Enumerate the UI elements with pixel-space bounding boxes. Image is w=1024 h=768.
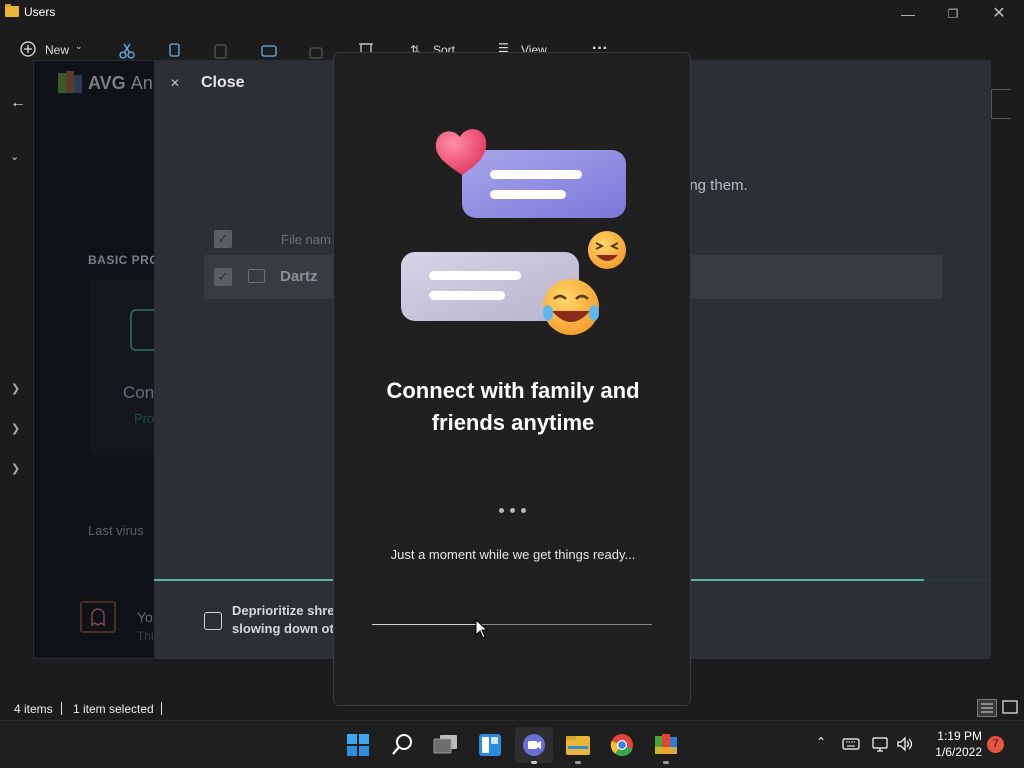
last-virus-scan-text: Last virus: [88, 523, 144, 538]
details-view-icon[interactable]: [977, 699, 997, 717]
start-button[interactable]: [339, 727, 377, 763]
cut-icon[interactable]: [118, 42, 136, 60]
minimize-button[interactable]: —: [885, 2, 931, 26]
loading-dots-icon: [497, 508, 529, 514]
folder-icon: [248, 269, 265, 283]
avg-brand-name: AVG An: [88, 73, 153, 93]
close-button[interactable]: Close: [201, 74, 245, 92]
chrome-button[interactable]: [603, 727, 641, 763]
dialog-title: Connect with family and friends anytime: [386, 378, 640, 435]
item-count: 4 items: [14, 702, 53, 716]
avg-logo-icon: [58, 71, 82, 93]
new-dropdown-chevron-icon: ⌄: [75, 41, 83, 51]
loading-progress-fill: [372, 624, 476, 625]
explorer-title: Users: [24, 5, 56, 19]
chevron-right-icon[interactable]: ❯: [11, 422, 20, 435]
chat-button[interactable]: [515, 727, 553, 764]
search-button[interactable]: [383, 727, 421, 763]
loading-message: Just a moment while we get things ready.…: [390, 547, 636, 562]
file-name-cell: Dartz: [280, 268, 318, 285]
avg-taskbar-button[interactable]: [647, 727, 685, 764]
new-icon: [20, 41, 36, 57]
back-arrow-icon[interactable]: ←: [10, 94, 26, 112]
rename-icon[interactable]: [260, 42, 278, 60]
chat-illustration: [401, 129, 626, 335]
file-explorer-icon: [566, 736, 590, 755]
chrome-icon: [610, 734, 633, 757]
loading-progress-bar: [372, 624, 652, 625]
copy-icon[interactable]: [165, 42, 183, 60]
mouse-cursor-icon: [475, 619, 489, 639]
file-name-column-header[interactable]: File nam: [281, 232, 331, 247]
chevron-right-icon[interactable]: ❯: [11, 462, 20, 475]
avg-icon: [655, 734, 677, 754]
footer-heading: Yo: [137, 609, 153, 625]
deprioritize-label-line1: Deprioritize shre: [232, 603, 335, 618]
basic-protection-heading: BASIC PRO: [88, 253, 160, 267]
windows-logo-icon: [347, 734, 369, 756]
selection-count: 1 item selected: [73, 702, 154, 716]
widgets-icon: [479, 734, 501, 756]
show-hidden-icons-chevron-icon[interactable]: ⌃: [816, 735, 826, 749]
keyboard-icon[interactable]: [842, 735, 860, 753]
explorer-title-bar: Users — ❐ ✕: [0, 0, 1024, 28]
file-explorer-button[interactable]: [559, 727, 597, 764]
clock-time[interactable]: 1:19 PM: [934, 729, 982, 743]
protection-card-status: Pro: [134, 411, 155, 426]
search-box-edge[interactable]: [991, 89, 1011, 119]
select-all-checkbox[interactable]: ✓: [214, 230, 232, 248]
close-window-button[interactable]: ✕: [976, 2, 1022, 26]
task-view-icon: [433, 735, 457, 754]
new-button[interactable]: New: [45, 43, 69, 57]
network-icon[interactable]: [872, 735, 890, 753]
restore-button[interactable]: ❐: [930, 2, 976, 26]
taskbar: ⌃ 1:19 PM 1/6/2022 7: [0, 720, 1024, 768]
chevron-right-icon[interactable]: ❯: [11, 382, 20, 395]
paste-icon[interactable]: [212, 42, 230, 60]
close-icon[interactable]: ✕: [166, 74, 184, 92]
search-icon: [392, 734, 412, 755]
shredder-description: ing them.: [686, 177, 748, 194]
explorer-nav-pane: ← ⌄ ❯ ❯ ❯: [0, 60, 32, 660]
footer-subtext: Thi: [137, 629, 154, 643]
widgets-button[interactable]: [471, 727, 509, 763]
volume-icon[interactable]: [896, 735, 914, 753]
folder-icon: [5, 4, 19, 17]
task-view-button[interactable]: [427, 727, 465, 763]
deprioritize-checkbox[interactable]: [204, 612, 222, 630]
ghost-icon: [80, 601, 116, 633]
protection-card-title: Con: [123, 383, 155, 402]
deprioritize-label-line2: slowing down ot: [232, 621, 334, 636]
share-icon[interactable]: [308, 42, 326, 60]
chevron-down-icon[interactable]: ⌄: [10, 150, 19, 163]
tiles-view-icon[interactable]: [1001, 699, 1019, 717]
teams-chat-icon: [523, 734, 545, 756]
clock-date[interactable]: 1/6/2022: [928, 745, 982, 759]
teams-chat-setup-dialog: Connect with family and friends anytime …: [333, 52, 691, 706]
notification-badge[interactable]: 7: [987, 736, 1004, 753]
row-checkbox[interactable]: ✓: [214, 268, 232, 286]
